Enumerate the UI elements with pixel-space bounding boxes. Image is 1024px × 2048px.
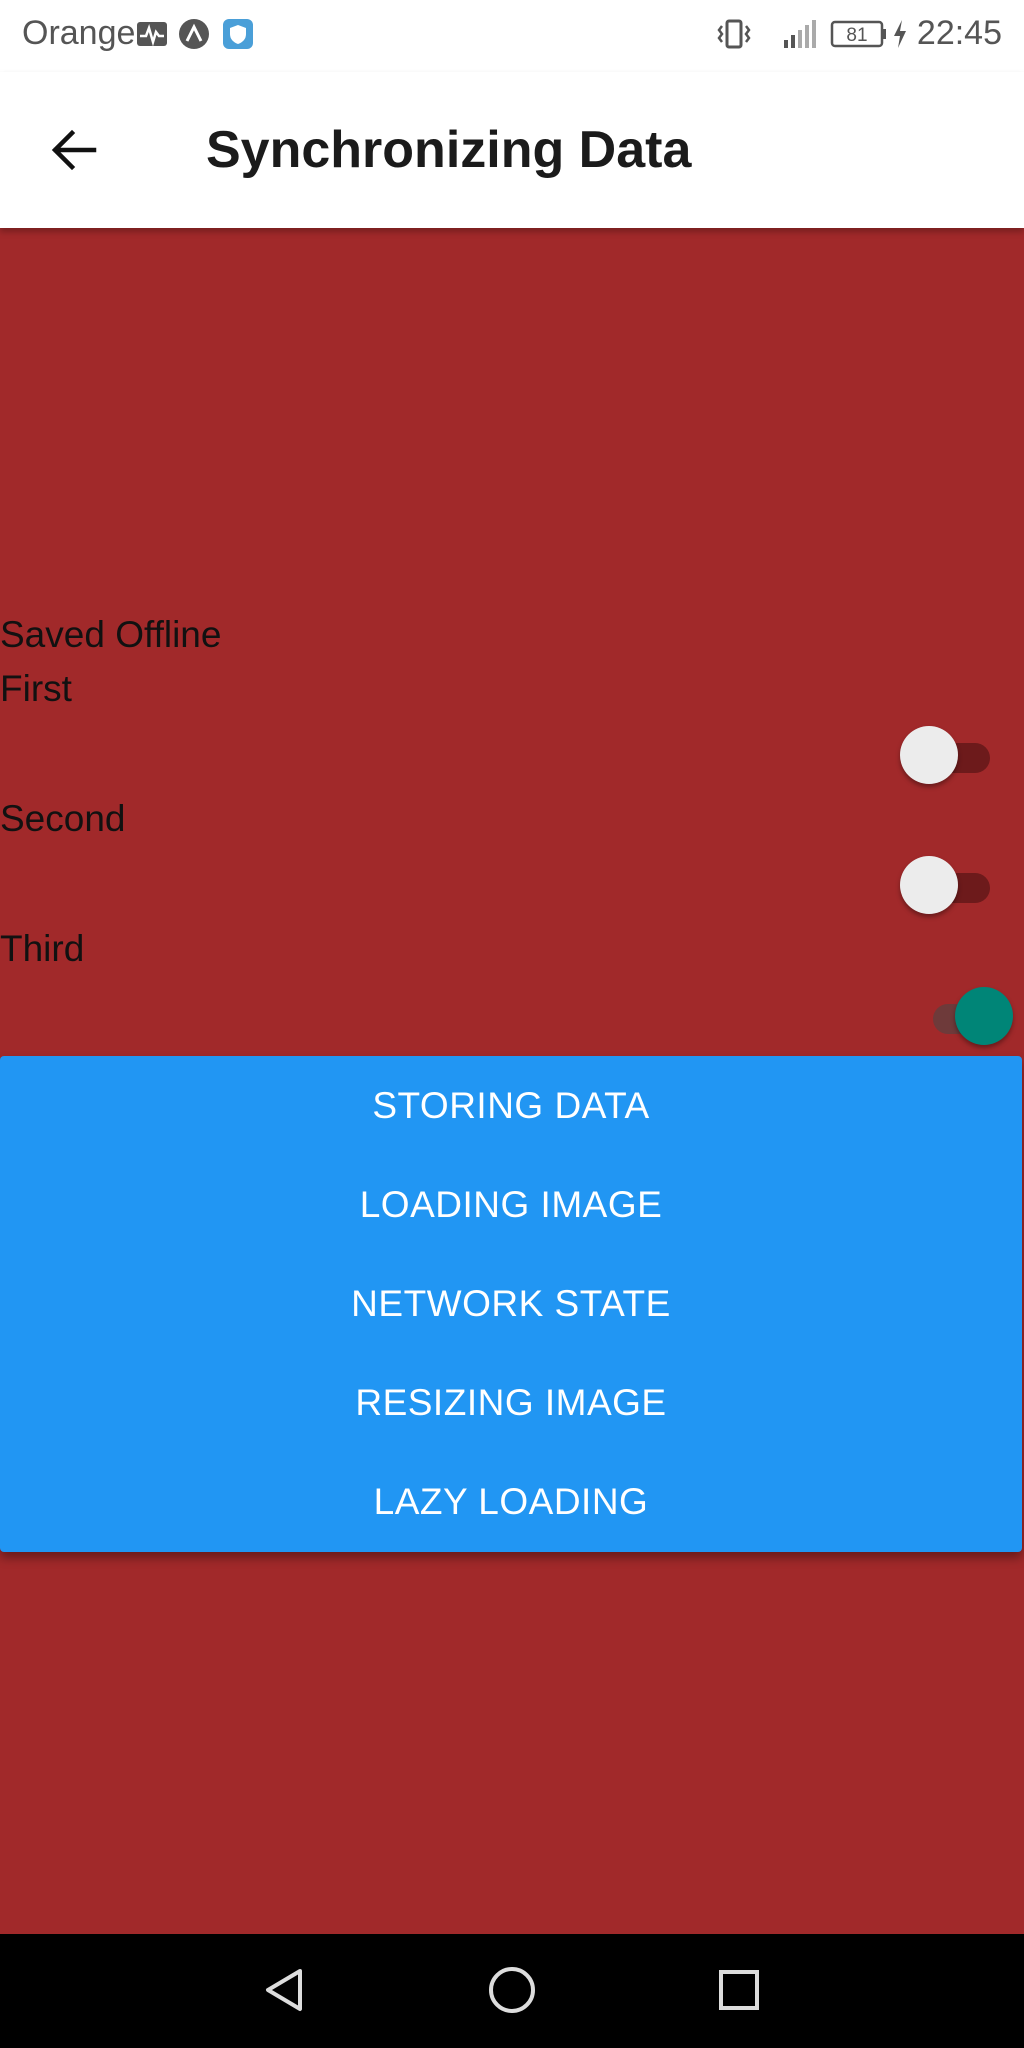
- signal-icon: [780, 18, 820, 50]
- home-circle-icon: [487, 1965, 537, 2020]
- status-bar: Orange 81 22:45: [0, 0, 1024, 72]
- item-label-second: Second: [0, 798, 126, 839]
- storing-data-button[interactable]: STORING DATA: [0, 1056, 1022, 1155]
- resizing-image-button[interactable]: RESIZING IMAGE: [0, 1353, 1022, 1452]
- item-label-third: Third: [0, 928, 85, 969]
- switch-thumb: [900, 856, 958, 914]
- nav-back-button[interactable]: [247, 1954, 323, 2030]
- activity-icon: [136, 18, 168, 50]
- switch-second[interactable]: [900, 856, 1000, 916]
- section-header: Saved Offline: [0, 614, 222, 655]
- back-triangle-icon: [260, 1965, 310, 2020]
- carrier-name: Orange: [22, 14, 136, 52]
- navigation-bar: [0, 1934, 1024, 2048]
- nav-home-button[interactable]: [474, 1954, 550, 2030]
- svg-text:81: 81: [846, 25, 867, 46]
- switch-first[interactable]: [900, 726, 1000, 786]
- switch-thumb: [955, 987, 1013, 1045]
- switch-thumb: [900, 726, 958, 784]
- arrow-left-icon: [48, 124, 100, 181]
- loading-image-button[interactable]: LOADING IMAGE: [0, 1155, 1022, 1254]
- vibrate-icon: [714, 18, 754, 50]
- network-state-button[interactable]: NETWORK STATE: [0, 1254, 1022, 1353]
- app-a-icon: [178, 18, 210, 50]
- battery-icon: 81: [830, 18, 888, 50]
- nav-recents-button[interactable]: [701, 1954, 777, 2030]
- lazy-loading-button[interactable]: LAZY LOADING: [0, 1452, 1022, 1551]
- shield-icon: [222, 18, 254, 50]
- page-title: Synchronizing Data: [206, 121, 692, 179]
- clock: 22:45: [916, 14, 1002, 52]
- button-panel: STORING DATA LOADING IMAGE NETWORK STATE…: [0, 1056, 1022, 1552]
- item-label-first: First: [0, 668, 72, 709]
- charging-icon: [890, 18, 910, 50]
- switch-third[interactable]: [913, 987, 1013, 1047]
- app-bar: Synchronizing Data: [0, 72, 1024, 228]
- back-button[interactable]: [38, 116, 110, 188]
- recents-square-icon: [714, 1965, 764, 2020]
